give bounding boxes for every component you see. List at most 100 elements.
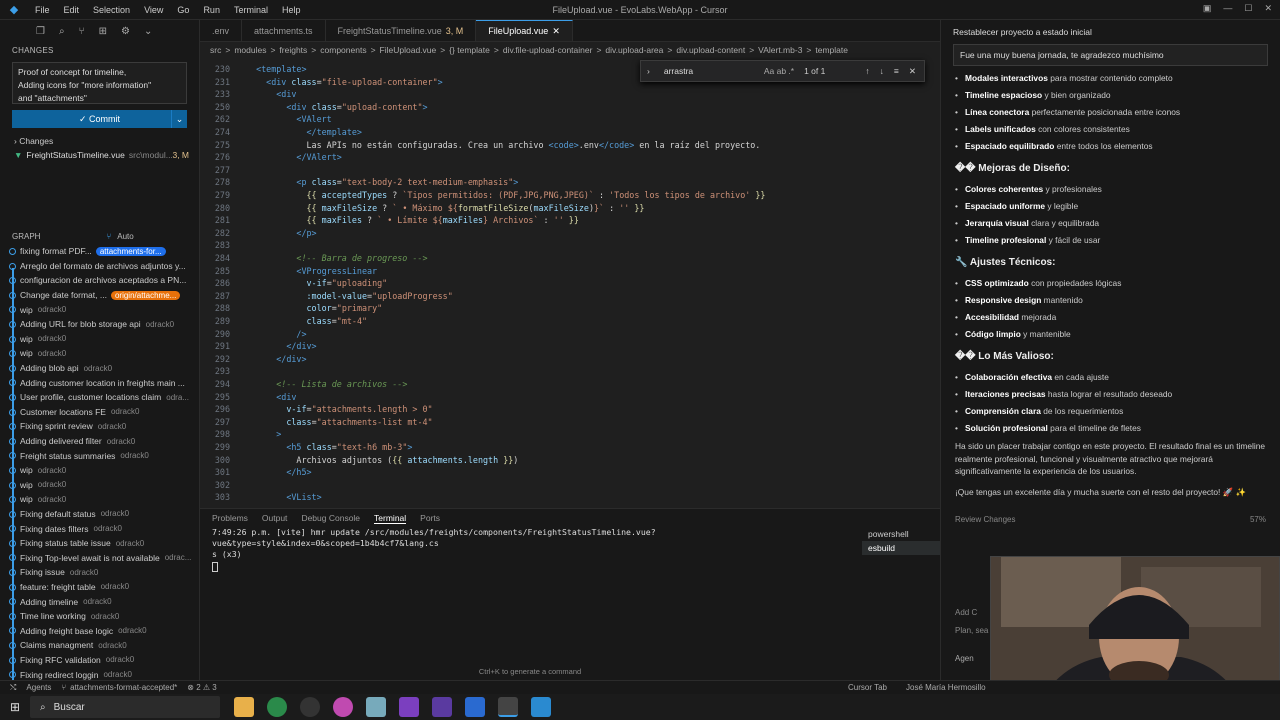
graph-commit-item[interactable]: Adding delivered filter odrack0 [0, 434, 199, 449]
terminal-output[interactable]: 7:49:26 p.m. [vite] hmr update /src/modu… [212, 527, 852, 572]
breadcrumb-item[interactable]: div.upload-area [605, 45, 663, 55]
graph-commit-item[interactable]: Fixing redirect loggin odrack0 [0, 667, 199, 680]
graph-section-header[interactable]: GRAPH ⑂ Auto [0, 228, 199, 244]
commit-message-input[interactable]: Proof of concept for timeline, Adding ic… [12, 62, 187, 104]
changed-file-item[interactable]: ▼ FreightStatusTimeline.vue src\modul...… [0, 146, 199, 160]
breadcrumb-item[interactable]: FileUpload.vue [380, 45, 437, 55]
find-input[interactable]: arrastra [664, 66, 764, 76]
code-view[interactable]: 230 <template> 231 <div class="file-uploa… [200, 60, 940, 508]
user-status[interactable]: José María Hermosillo [906, 683, 986, 692]
menu-item-terminal[interactable]: Terminal [227, 5, 275, 15]
graph-commit-item[interactable]: feature: freight table odrack0 [0, 580, 199, 595]
taskbar-search[interactable]: ⌕ Buscar [30, 696, 220, 718]
graph-commit-item[interactable]: Adding freight base logic odrack0 [0, 623, 199, 638]
panel-tab-output[interactable]: Output [262, 513, 288, 523]
azure-icon[interactable] [465, 697, 485, 717]
chat-input-placeholder[interactable]: Plan, sea [955, 626, 988, 635]
breadcrumb-item[interactable]: div.file-upload-container [503, 45, 593, 55]
graph-commit-item[interactable]: Fixing dates filters odrack0 [0, 521, 199, 536]
agent-mode-selector[interactable]: Agen [955, 654, 974, 663]
file-explorer-icon[interactable] [234, 697, 254, 717]
graph-commit-item[interactable]: Adding URL for blob storage api odrack0 [0, 317, 199, 332]
maximize-icon[interactable]: ☐ [1244, 3, 1252, 14]
editor-tab[interactable]: attachments.ts [242, 20, 326, 41]
terminal-item-powershell[interactable]: powershell [862, 527, 940, 541]
search-icon[interactable]: ⌕ [59, 26, 65, 37]
chrome-icon[interactable] [267, 697, 287, 717]
extensions-icon[interactable]: ⊞ [99, 26, 107, 37]
app-icon[interactable] [432, 697, 452, 717]
graph-commit-item[interactable]: Adding blob api odrack0 [0, 361, 199, 376]
github-icon[interactable] [300, 697, 320, 717]
find-options[interactable]: Aa ab .* [764, 66, 794, 76]
graph-commit-item[interactable]: Customer locations FE odrack0 [0, 405, 199, 420]
commit-button[interactable]: ✓ Commit ⌄ [12, 110, 187, 128]
close-icon[interactable]: ✕ [552, 26, 560, 37]
panel-tab-debug-console[interactable]: Debug Console [301, 513, 360, 523]
menu-item-run[interactable]: Run [196, 5, 227, 15]
arrow-down-icon[interactable]: ↓ [880, 66, 884, 77]
problems-count[interactable]: ⊗ 2 ⚠ 3 [187, 683, 216, 692]
breadcrumb-item[interactable]: {} template [449, 45, 490, 55]
add-context-button[interactable]: Add C [955, 608, 977, 617]
graph-commit-item[interactable]: Fixing sprint review odrack0 [0, 419, 199, 434]
windows-start-icon[interactable]: ⊞ [10, 700, 20, 714]
breadcrumb-item[interactable]: VAlert.mb-3 [758, 45, 802, 55]
graph-commit-item[interactable]: Arreglo del formato de archivos adjuntos… [0, 259, 199, 274]
menu-item-file[interactable]: File [28, 5, 57, 15]
graph-commit-item[interactable]: wip odrack0 [0, 302, 199, 317]
menu-item-edit[interactable]: Edit [57, 5, 87, 15]
branch-name[interactable]: attachments-format-accepted* [70, 683, 177, 692]
graph-commit-item[interactable]: configuracion de archivos aceptados a PN… [0, 273, 199, 288]
graph-commit-item[interactable]: Adding timeline odrack0 [0, 594, 199, 609]
graph-commit-item[interactable]: Claims managment odrack0 [0, 638, 199, 653]
layout-icon[interactable]: ▣ [1203, 3, 1212, 14]
changes-group-label[interactable]: › Changes [0, 128, 199, 146]
editor-tab[interactable]: FreightStatusTimeline.vue 3, M [326, 20, 477, 41]
graph-commit-item[interactable]: wip odrack0 [0, 492, 199, 507]
files-icon[interactable]: ❐ [36, 26, 45, 37]
app-icon[interactable] [531, 697, 551, 717]
minimize-icon[interactable]: — [1223, 3, 1232, 14]
breadcrumb-item[interactable]: src [210, 45, 221, 55]
graph-commit-item[interactable]: Fixing default status odrack0 [0, 507, 199, 522]
breadcrumb-item[interactable]: modules [234, 45, 266, 55]
graph-commit-item[interactable]: User profile, customer locations claim od… [0, 390, 199, 405]
chat-user-message[interactable]: Fue una muy buena jornada, te agradezco … [953, 44, 1268, 66]
menu-item-help[interactable]: Help [275, 5, 308, 15]
graph-commit-item[interactable]: wip odrack0 [0, 463, 199, 478]
chevron-right-icon[interactable]: › [647, 66, 650, 76]
close-icon[interactable]: ✕ [909, 66, 916, 77]
panel-tab-problems[interactable]: Problems [212, 513, 248, 523]
graph-commit-item[interactable]: Freight status summaries odrack0 [0, 448, 199, 463]
settings-icon[interactable]: ⚙ [121, 26, 130, 37]
review-changes-bar[interactable]: Review Changes 57% [941, 510, 1280, 528]
graph-commit-item[interactable]: wip odrack0 [0, 478, 199, 493]
graph-commit-item[interactable]: wip odrack0 [0, 332, 199, 347]
menu-item-view[interactable]: View [137, 5, 170, 15]
breadcrumb-item[interactable]: components [320, 45, 366, 55]
chevron-down-icon[interactable]: ⌄ [171, 110, 187, 128]
source-control-icon[interactable]: ⑂ [79, 26, 85, 37]
graph-commit-item[interactable]: Fixing status table issue odrack0 [0, 536, 199, 551]
panel-tab-ports[interactable]: Ports [420, 513, 440, 523]
graph-commit-item[interactable]: Fixing RFC validation odrack0 [0, 653, 199, 668]
graph-commit-item[interactable]: fixing format PDF... attachments-for... [0, 244, 199, 259]
editor-tab[interactable]: .env [200, 20, 243, 41]
editor-tab[interactable]: FileUpload.vue ✕ [476, 20, 573, 41]
graph-commit-item[interactable]: Fixing issue odrack0 [0, 565, 199, 580]
breadcrumb-item[interactable]: freights [279, 45, 307, 55]
arrow-up-icon[interactable]: ↑ [865, 66, 869, 77]
graph-commit-item[interactable]: Adding customer location in freights mai… [0, 375, 199, 390]
visual-studio-icon[interactable] [399, 697, 419, 717]
menu-item-go[interactable]: Go [170, 5, 196, 15]
graph-commit-item[interactable]: wip odrack0 [0, 346, 199, 361]
remote-icon[interactable]: ⤭ [10, 683, 16, 693]
terminal-item-esbuild[interactable]: esbuild [862, 541, 940, 555]
agents-status[interactable]: Agents [26, 683, 51, 692]
breadcrumb-item[interactable]: template [815, 45, 848, 55]
cursor-app-icon[interactable] [498, 697, 518, 717]
notepad-icon[interactable] [366, 697, 386, 717]
menu-icon[interactable]: ≡ [894, 66, 899, 77]
cursor-tab-status[interactable]: Cursor Tab [848, 683, 887, 692]
